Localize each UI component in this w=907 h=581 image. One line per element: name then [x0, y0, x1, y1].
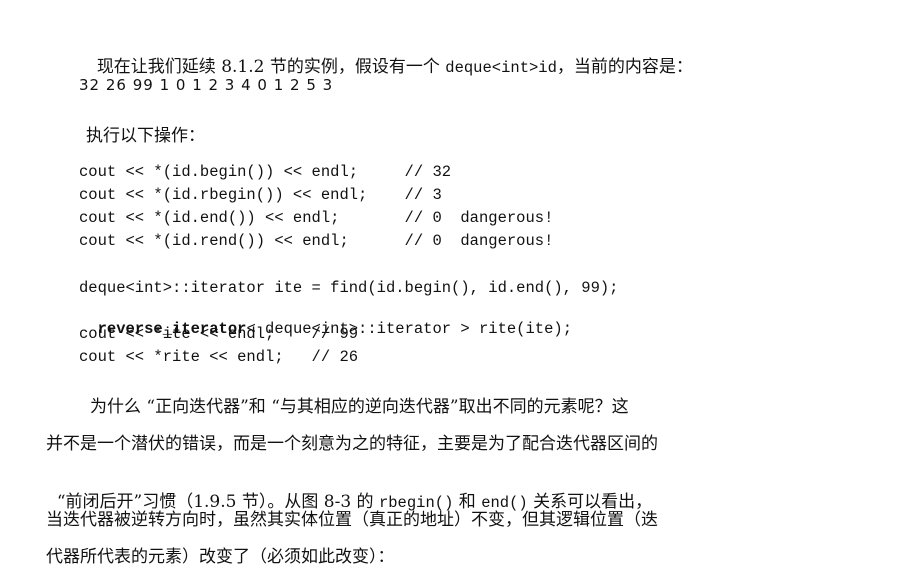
- code-line: cout << *(id.rbegin()) << endl; // 3: [79, 186, 442, 204]
- code-line: cout << *rite << endl; // 26: [79, 348, 359, 366]
- code-line: cout << *ite << endl; // 99: [79, 325, 359, 343]
- intro-prefix: 现在让我们延续 8.1.2 节的实例，假设有一个: [96, 57, 446, 77]
- code-line: deque<int>::iterator ite = find(id.begin…: [79, 279, 619, 297]
- intro-suffix: ，当前的内容是：: [556, 57, 693, 77]
- deque-contents: 32 26 99 1 0 1 2 3 4 0 1 2 5 3: [79, 76, 334, 94]
- intro-code: deque<int>id: [445, 59, 557, 77]
- code-line: cout << *(id.begin()) << endl; // 32: [79, 163, 452, 181]
- intro-sentence: 现在让我们延续 8.1.2 节的实例，假设有一个 deque<int>id，当前…: [86, 32, 693, 77]
- ops-heading: 执行以下操作：: [86, 126, 205, 146]
- code-line: cout << *(id.end()) << endl; // 0 danger…: [79, 209, 554, 227]
- paragraph-line: 代器所代表的元素）改变了（必须如此改变）：: [46, 547, 395, 567]
- paragraph-line: 为什么 “正向迭代器”和 “与其相应的逆向迭代器”取出不同的元素呢？这: [90, 397, 629, 417]
- paragraph-line: 并不是一个潜伏的错误，而是一个刻意为之的特征，主要是为了配合迭代器区间的: [46, 434, 658, 454]
- paragraph-line: 当迭代器被逆转方向时，虽然其实体位置（真正的地址）不变，但其逻辑位置（迭: [46, 510, 658, 530]
- code-line: cout << *(id.rend()) << endl; // 0 dange…: [79, 232, 554, 250]
